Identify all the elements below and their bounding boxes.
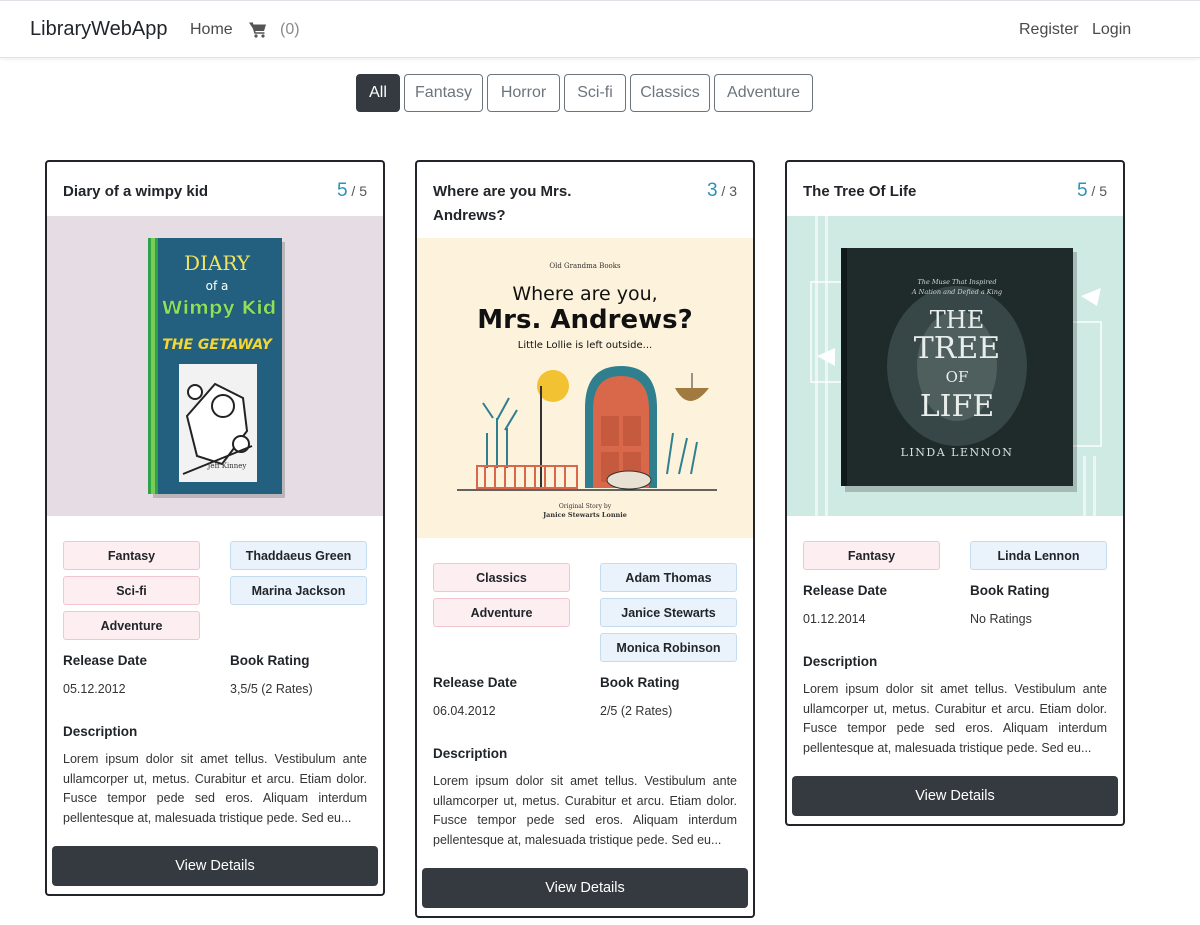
shopping-cart-icon[interactable] bbox=[249, 21, 267, 39]
author-badge: Thaddaeus Green bbox=[230, 541, 367, 570]
filter-classics-button[interactable]: Classics bbox=[630, 74, 710, 112]
cart-count[interactable]: (0) bbox=[280, 21, 300, 39]
release-date-value: 06.04.2012 bbox=[433, 704, 496, 718]
filter-scifi-button[interactable]: Sci-fi bbox=[564, 74, 626, 112]
book-title: Diary of a wimpy kid bbox=[63, 183, 209, 200]
description-text: Lorem ipsum dolor sit amet tellus. Vesti… bbox=[63, 752, 367, 825]
release-date-label: Release Date bbox=[433, 675, 518, 690]
svg-text:Mrs. Andrews?: Mrs. Andrews? bbox=[477, 305, 692, 335]
view-details-button[interactable]: View Details bbox=[422, 868, 748, 908]
svg-text:LINDA LENNON: LINDA LENNON bbox=[901, 446, 1014, 459]
svg-text:A Nation and Defied a King: A Nation and Defied a King bbox=[911, 288, 1002, 296]
genre-badge: Adventure bbox=[63, 611, 200, 640]
svg-text:Original Story by: Original Story by bbox=[559, 503, 612, 510]
navbar: LibraryWebApp Home (0) Register Login bbox=[0, 0, 1200, 58]
genre-badge: Adventure bbox=[433, 598, 570, 627]
description-text: Lorem ipsum dolor sit amet tellus. Vesti… bbox=[803, 682, 1107, 755]
view-details-button[interactable]: View Details bbox=[52, 846, 378, 886]
filter-all-button[interactable]: All bbox=[356, 74, 400, 112]
svg-text:THE GETAWAY: THE GETAWAY bbox=[162, 337, 273, 353]
svg-text:of a: of a bbox=[206, 279, 229, 293]
nav-register-link[interactable]: Register bbox=[1019, 21, 1079, 39]
svg-text:THE: THE bbox=[930, 306, 984, 334]
release-date-label: Release Date bbox=[803, 583, 888, 598]
nav-home-link[interactable]: Home bbox=[190, 21, 233, 39]
book-cover: Old Grandma Books Where are you, Mrs. An… bbox=[417, 238, 753, 538]
release-date-value: 05.12.2012 bbox=[63, 682, 126, 696]
availability-count: 3 / 3 bbox=[706, 180, 737, 201]
svg-text:Janice Stewarts Lonnie: Janice Stewarts Lonnie bbox=[542, 511, 627, 519]
filter-fantasy-button[interactable]: Fantasy bbox=[404, 74, 483, 112]
svg-text:OF: OF bbox=[946, 368, 969, 386]
description-text: Lorem ipsum dolor sit amet tellus. Vesti… bbox=[433, 774, 737, 847]
svg-text:Where are you,: Where are you, bbox=[512, 283, 657, 305]
book-rating-label: Book Rating bbox=[230, 653, 310, 668]
author-badge: Adam Thomas bbox=[600, 563, 737, 592]
release-date-label: Release Date bbox=[63, 653, 148, 668]
svg-text:The Muse That Inspired: The Muse That Inspired bbox=[917, 278, 996, 286]
genre-badge: Fantasy bbox=[63, 541, 200, 570]
description-label: Description bbox=[803, 654, 878, 669]
nav-login-link[interactable]: Login bbox=[1092, 21, 1131, 39]
filter-adventure-button[interactable]: Adventure bbox=[714, 74, 813, 112]
genre-badge: Classics bbox=[433, 563, 570, 592]
release-date-value: 01.12.2014 bbox=[803, 612, 866, 626]
author-badge: Monica Robinson bbox=[600, 633, 737, 662]
svg-text:LIFE: LIFE bbox=[920, 389, 995, 424]
book-cover: The Muse That Inspired A Nation and Defi… bbox=[787, 216, 1123, 516]
svg-text:Old Grandma Books: Old Grandma Books bbox=[549, 262, 621, 270]
svg-text:Jeff Kinney: Jeff Kinney bbox=[207, 462, 247, 470]
description-label: Description bbox=[433, 746, 508, 761]
book-title: The Tree Of Life bbox=[803, 183, 917, 200]
description-label: Description bbox=[63, 724, 138, 739]
author-badge: Janice Stewarts bbox=[600, 598, 737, 627]
book-card: Where are you Mrs. Andrews? 3 / 3 Old Gr… bbox=[415, 160, 755, 918]
book-rating-value: 2/5 (2 Rates) bbox=[600, 704, 673, 718]
genre-badge: Sci-fi bbox=[63, 576, 200, 605]
book-card: Diary of a wimpy kid 5 / 5 DIARY of a Wi… bbox=[45, 160, 385, 896]
author-badge: Linda Lennon bbox=[970, 541, 1107, 570]
availability-count: 5 / 5 bbox=[1076, 180, 1107, 201]
book-rating-label: Book Rating bbox=[970, 583, 1050, 598]
book-title: Where are you Mrs. Andrews? bbox=[433, 183, 572, 224]
svg-text:Wimpy Kid: Wimpy Kid bbox=[162, 297, 277, 319]
book-cover: DIARY of a Wimpy Kid THE GETAWAY Jeff Ki… bbox=[47, 216, 383, 516]
availability-count: 5 / 5 bbox=[336, 180, 367, 201]
book-rating-value: No Ratings bbox=[970, 612, 1032, 626]
book-rating-label: Book Rating bbox=[600, 675, 680, 690]
genre-badge: Fantasy bbox=[803, 541, 940, 570]
svg-text:TREE: TREE bbox=[914, 331, 1000, 366]
brand-link[interactable]: LibraryWebApp bbox=[30, 18, 167, 41]
view-details-button[interactable]: View Details bbox=[792, 776, 1118, 816]
book-card: The Tree Of Life 5 / 5 The Muse That Ins… bbox=[785, 160, 1125, 826]
svg-text:DIARY: DIARY bbox=[184, 251, 251, 275]
filter-horror-button[interactable]: Horror bbox=[487, 74, 560, 112]
book-rating-value: 3,5/5 (2 Rates) bbox=[230, 682, 313, 696]
author-badge: Marina Jackson bbox=[230, 576, 367, 605]
svg-text:Little Lollie is left outside.: Little Lollie is left outside... bbox=[518, 340, 652, 351]
